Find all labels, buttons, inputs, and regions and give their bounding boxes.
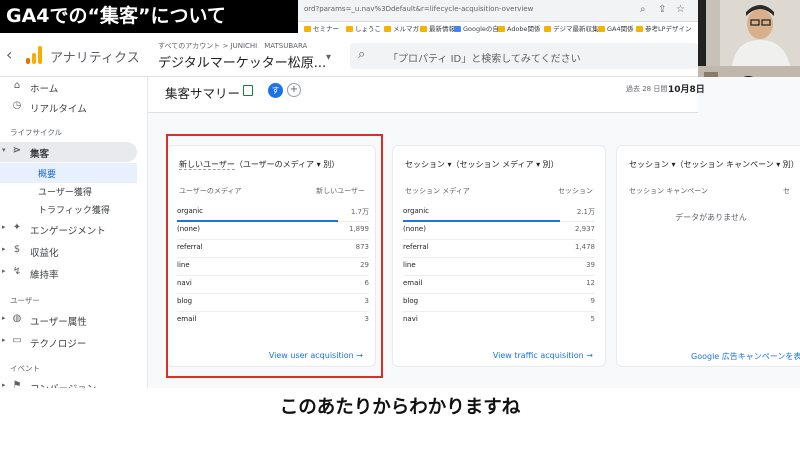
folder-icon xyxy=(636,26,643,32)
search-icon: ⌕ xyxy=(358,47,366,62)
bookmark[interactable]: GA4関係 xyxy=(598,23,634,33)
retention-icon: ↯ xyxy=(12,266,22,277)
table-row[interactable]: referral 1,478 xyxy=(403,240,595,258)
clock-icon: ◷ xyxy=(12,100,22,111)
chevron-down-icon[interactable]: ▾ xyxy=(326,52,331,63)
google-ads-campaign-link[interactable]: Google 広告キャンペーンを表 xyxy=(691,351,800,362)
table-row[interactable]: organic 2.1万 xyxy=(403,204,595,222)
nav-item-engagement[interactable]: ▸ ✦ エンゲージメント xyxy=(0,219,137,239)
caret-right-icon: ▸ xyxy=(2,336,6,344)
nav-item-acquisition[interactable]: ▾ ⋗ 集客 xyxy=(0,142,137,162)
caret-right-icon: ▸ xyxy=(2,267,6,275)
card-sessions-by-medium: セッション ▾（セッション メディア ▾ 別） セッション メディア セッション… xyxy=(392,145,606,367)
table-row[interactable]: (none) 2,937 xyxy=(403,222,595,240)
monetization-icon: $ xyxy=(13,244,21,255)
devices-icon: ▭ xyxy=(12,335,22,346)
bottom-strip xyxy=(0,428,800,449)
bookmark[interactable]: メルマガ xyxy=(384,23,419,33)
search-placeholder: 「プロパティ ID」と検索してみてください xyxy=(388,54,581,65)
date-range-value[interactable]: 10月8日 xyxy=(668,82,705,95)
folder-icon xyxy=(598,26,605,32)
nav-item-retention[interactable]: ▸ ↯ 維持率 xyxy=(0,263,137,283)
report-header: 集客サマリー す + 過去 28 日間 10月8日 xyxy=(148,77,705,113)
property-selector[interactable]: デジタルマーケッター松原... xyxy=(158,52,326,71)
nav-item-tech[interactable]: ▸ ▭ テクノロジー xyxy=(0,332,137,352)
webcam-presenter-1 xyxy=(698,0,800,66)
table-row[interactable]: email 12 xyxy=(403,276,595,294)
globe-icon: ◍ xyxy=(12,313,22,324)
folder-icon xyxy=(454,26,461,32)
bookmark[interactable]: Googleの自 xyxy=(454,23,499,33)
analytics-logo-icon[interactable] xyxy=(26,46,42,64)
folder-icon xyxy=(346,26,353,32)
url-text[interactable]: ord?params=_u.nav%3Ddefault&r=lifecycle-… xyxy=(304,5,533,13)
search-icon[interactable]: ⌕ xyxy=(640,4,646,15)
card-sessions-by-campaign: セッション ▾（セッション キャンペーン ▾ 別） セッション キャンペーン セ… xyxy=(616,145,800,367)
nav-subitem-overview[interactable]: 概要 xyxy=(0,163,137,183)
nav-item-user-attributes[interactable]: ▸ ◍ ユーザー属性 xyxy=(0,310,137,330)
table-row[interactable]: blog 9 xyxy=(403,294,595,312)
nav-item-realtime[interactable]: ◷ リアルタイム xyxy=(0,97,137,117)
share-icon[interactable]: ⇪ xyxy=(658,4,666,15)
nav-subitem-user-acquisition[interactable]: ユーザー獲得 xyxy=(0,181,137,201)
folder-icon xyxy=(420,26,427,32)
bookmark[interactable]: デジマ最新収集 xyxy=(544,23,599,33)
bookmark[interactable]: しょうこ xyxy=(346,23,381,33)
page-title: 集客サマリー xyxy=(165,86,241,101)
bookmark[interactable]: 参考LPデザイン xyxy=(636,23,692,33)
bookmark[interactable]: Adobe関係 xyxy=(498,23,541,33)
video-title-banner: GA4での“集客”について xyxy=(0,0,298,33)
folder-icon xyxy=(544,26,551,32)
column-header-metric: セ xyxy=(783,187,790,195)
section-label-lifecycle: ライフサイクル xyxy=(10,128,63,137)
search-input[interactable]: ⌕ 「プロパティ ID」と検索してみてください xyxy=(350,43,698,69)
add-comparison-icon[interactable]: + xyxy=(287,83,301,97)
bookmark[interactable]: 最新情報 xyxy=(420,23,455,33)
table-row[interactable]: line 39 xyxy=(403,258,595,276)
engagement-icon: ✦ xyxy=(12,222,22,233)
acquisition-icon: ⋗ xyxy=(12,145,22,156)
view-traffic-acquisition-link[interactable]: View traffic acquisition → xyxy=(493,351,593,360)
column-header-metric: セッション xyxy=(558,187,593,195)
nav-subitem-traffic-acquisition[interactable]: トラフィック獲得 xyxy=(0,199,137,219)
table-row[interactable]: navi 5 xyxy=(403,312,595,330)
folder-icon xyxy=(498,26,505,32)
star-icon[interactable]: ☆ xyxy=(676,4,685,15)
account-breadcrumb[interactable]: すべてのアカウント > JUNICHI MATSUBARA xyxy=(158,41,307,51)
edit-report-icon[interactable] xyxy=(243,85,253,96)
browser-address-bar[interactable]: ord?params=_u.nav%3Ddefault&r=lifecycle-… xyxy=(298,0,698,22)
folder-icon xyxy=(304,26,311,32)
caret-down-icon: ▾ xyxy=(2,146,6,154)
section-label-event: イベント xyxy=(10,364,40,373)
card-title[interactable]: セッション ▾（セッション メディア ▾ 別） xyxy=(405,159,559,170)
no-data-message: データがありません xyxy=(675,213,747,222)
caret-right-icon: ▸ xyxy=(2,245,6,253)
section-label-user: ユーザー xyxy=(10,296,40,305)
caret-right-icon: ▸ xyxy=(2,314,6,322)
bookmark[interactable]: セミナー xyxy=(304,23,339,33)
ga-top-header: ‹ アナリティクス すべてのアカウント > JUNICHI MATSUBARA … xyxy=(0,33,698,77)
home-icon: ⌂ xyxy=(13,80,21,91)
folder-icon xyxy=(384,26,391,32)
app-name[interactable]: アナリティクス xyxy=(50,47,140,66)
nav-item-home[interactable]: ⌂ ホーム xyxy=(0,77,137,97)
video-subtitle: このあたりからわかりますね xyxy=(0,388,800,428)
column-header-dimension: セッション メディア xyxy=(405,187,470,195)
nav-item-monetization[interactable]: ▸ $ 収益化 xyxy=(0,241,137,261)
card-title[interactable]: セッション ▾（セッション キャンペーン ▾ 別） xyxy=(629,159,799,170)
caret-right-icon: ▸ xyxy=(2,223,6,231)
highlight-annotation-box xyxy=(166,134,383,378)
column-header-dimension: セッション キャンペーン xyxy=(629,187,708,195)
comparison-avatar[interactable]: す xyxy=(268,83,283,98)
back-arrow-icon[interactable]: ‹ xyxy=(6,45,12,64)
date-range-label[interactable]: 過去 28 日間 xyxy=(626,84,667,94)
